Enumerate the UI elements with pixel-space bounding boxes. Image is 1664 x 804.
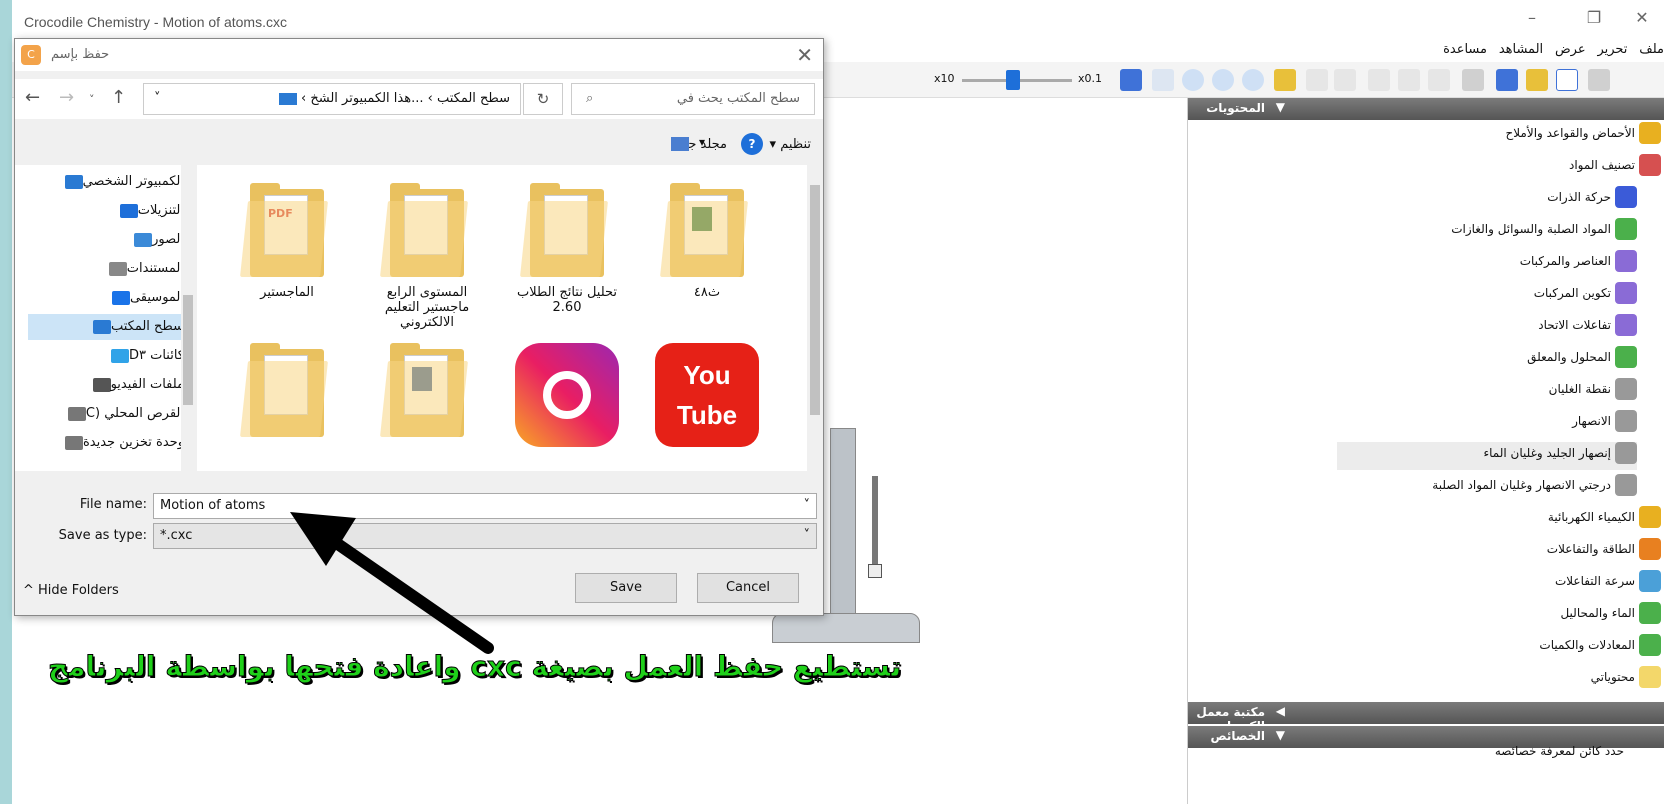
annotation-caption: تستطيع حفظ العمل بصيغة cxc واعادة فتحها … xyxy=(47,650,902,684)
annotation-arrow xyxy=(290,512,494,654)
